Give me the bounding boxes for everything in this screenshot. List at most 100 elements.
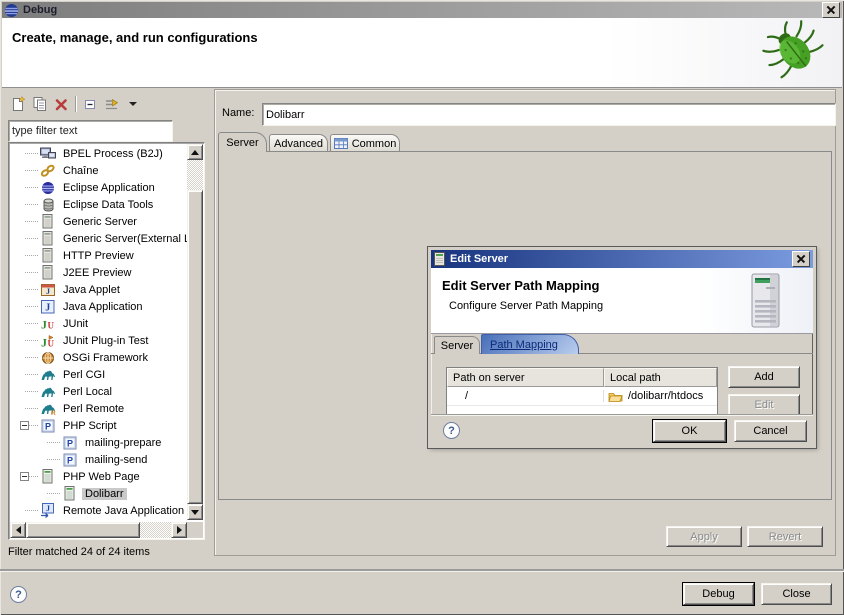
delete-config-button[interactable] xyxy=(54,97,69,112)
tree-item-eclipse-data-tools[interactable]: Eclipse Data Tools xyxy=(10,196,187,213)
tree-item-dolibarr[interactable]: Dolibarr xyxy=(10,485,187,502)
tree-hscroll-thumb[interactable] xyxy=(26,522,140,538)
tree-item-label: Eclipse Application xyxy=(60,182,158,194)
ok-button[interactable]: OK xyxy=(653,420,726,442)
table-header-path-on-server[interactable]: Path on server xyxy=(447,368,604,387)
tree-item-eclipse-application[interactable]: Eclipse Application xyxy=(10,179,187,196)
tree-item-perl-remote[interactable]: R Perl Remote xyxy=(10,400,187,417)
filter-input[interactable] xyxy=(8,120,173,142)
tree-item-generic-server-external[interactable]: Generic Server(External La xyxy=(10,230,187,247)
tree-item-java-application[interactable]: J Java Application xyxy=(10,298,187,315)
tree-item-perl-local[interactable]: Perl Local xyxy=(10,383,187,400)
svg-text:U: U xyxy=(48,338,55,348)
dialog-tab-path-mapping[interactable]: Path Mapping xyxy=(481,334,579,354)
tree-item-bpel-process[interactable]: BPEL Process (B2J) xyxy=(10,145,187,162)
tree-scroll-down-button[interactable] xyxy=(187,504,203,520)
tab-label: Server xyxy=(226,137,258,149)
dialog-tab-server[interactable]: Server xyxy=(434,336,480,354)
tree-item-label: HTTP Preview xyxy=(60,250,137,262)
tree-item-label: Dolibarr xyxy=(82,488,127,500)
tree-item-php-script[interactable]: P PHP Script xyxy=(10,417,187,434)
tree-scroll-up-button[interactable] xyxy=(187,144,203,160)
collapse-toggle-icon[interactable] xyxy=(20,472,29,481)
debug-window: Debug Create, manage, and run configurat… xyxy=(0,0,844,615)
tree-item-label: Eclipse Data Tools xyxy=(60,199,156,211)
bpel-process-icon xyxy=(40,146,56,161)
tree-item-mailing-send[interactable]: P mailing-send xyxy=(10,451,187,468)
java-applet-icon: J xyxy=(40,282,56,297)
tree-item-osgi-framework[interactable]: OSGi Framework xyxy=(10,349,187,366)
config-tree-view[interactable]: BPEL Process (B2J) Chaîne Eclipse Applic… xyxy=(10,145,187,521)
tree-item-php-web-page[interactable]: PHP Web Page xyxy=(10,468,187,485)
tree-item-chaine[interactable]: Chaîne xyxy=(10,162,187,179)
name-input[interactable] xyxy=(262,103,836,126)
perl-camel-remote-icon: R xyxy=(40,401,56,416)
table-header-local-path[interactable]: Local path xyxy=(604,368,717,387)
footer-divider xyxy=(0,569,844,571)
window-close-button[interactable] xyxy=(822,2,840,18)
dialog-titlebar[interactable]: Edit Server xyxy=(431,250,813,268)
toolbar-separator xyxy=(75,96,76,112)
path-mapping-table[interactable]: Path on server Local path / /dolibarr/ht… xyxy=(446,367,718,419)
php-server-icon xyxy=(40,469,56,484)
tree-scroll-left-button[interactable] xyxy=(10,522,26,538)
edit-mapping-button[interactable]: Edit xyxy=(728,394,800,416)
tree-scroll-right-button[interactable] xyxy=(171,522,187,538)
tree-item-perl-cgi[interactable]: Perl CGI xyxy=(10,366,187,383)
apply-button[interactable]: Apply xyxy=(666,526,742,547)
tree-item-java-applet[interactable]: J Java Applet xyxy=(10,281,187,298)
revert-button[interactable]: Revert xyxy=(747,526,823,547)
tree-hscroll-track[interactable] xyxy=(140,522,171,538)
tree-item-generic-server[interactable]: Generic Server xyxy=(10,213,187,230)
add-mapping-button[interactable]: Add xyxy=(728,366,800,388)
junit-plugin-icon: JU xyxy=(40,333,56,348)
duplicate-config-button[interactable] xyxy=(32,96,48,112)
server-icon xyxy=(40,214,56,229)
tree-item-mailing-prepare[interactable]: P mailing-prepare xyxy=(10,434,187,451)
dialog-tabs: Server Path Mapping xyxy=(431,334,813,354)
tab-common[interactable]: Common xyxy=(330,134,400,152)
debug-button[interactable]: Debug xyxy=(683,583,754,605)
tree-item-remote-java-application[interactable]: J Remote Java Application xyxy=(10,502,187,519)
php-file-icon: P xyxy=(62,435,78,450)
tab-advanced[interactable]: Advanced xyxy=(269,134,328,152)
database-icon xyxy=(40,197,56,212)
page-title: Create, manage, and run configurations xyxy=(12,30,258,45)
close-button[interactable]: Close xyxy=(761,583,832,605)
footer-help-icon[interactable]: ? xyxy=(10,586,27,603)
perl-camel-icon xyxy=(40,367,56,382)
tree-item-label: Java Applet xyxy=(60,284,123,296)
tree-item-label: Generic Server(External La xyxy=(60,233,187,245)
svg-text:P: P xyxy=(45,421,51,431)
dialog-close-button[interactable] xyxy=(792,251,810,267)
new-config-button[interactable] xyxy=(10,96,26,112)
window-titlebar[interactable]: Debug xyxy=(2,2,842,18)
svg-text:U: U xyxy=(48,320,55,330)
tree-item-j2ee-preview[interactable]: J2EE Preview xyxy=(10,264,187,281)
table-row[interactable]: / /dolibarr/htdocs xyxy=(447,387,717,405)
tree-vscroll-track[interactable] xyxy=(187,160,203,190)
filter-button[interactable] xyxy=(104,96,121,112)
tab-server[interactable]: Server xyxy=(218,132,267,152)
tree-item-http-preview[interactable]: HTTP Preview xyxy=(10,247,187,264)
tree-item-junit[interactable]: JU JUnit xyxy=(10,315,187,332)
path-on-server-cell: / xyxy=(447,390,604,402)
cancel-button[interactable]: Cancel xyxy=(734,420,807,442)
close-icon xyxy=(827,6,835,14)
dialog-help-icon[interactable]: ? xyxy=(443,422,460,439)
server-icon xyxy=(434,252,445,266)
svg-text:P: P xyxy=(67,438,73,448)
dialog-tab-content: Path on server Local path / /dolibarr/ht… xyxy=(431,354,813,414)
tree-vscroll-thumb[interactable] xyxy=(187,190,203,504)
config-toolbar xyxy=(10,95,200,113)
button-label: Revert xyxy=(769,531,801,543)
tree-item-junit-plugin-test[interactable]: JU JUnit Plug-in Test xyxy=(10,332,187,349)
svg-text:R: R xyxy=(51,410,56,415)
scroll-up-icon xyxy=(191,150,199,155)
tree-item-label: Perl Remote xyxy=(60,403,127,415)
collapse-toggle-icon[interactable] xyxy=(20,421,29,430)
button-label: Cancel xyxy=(753,425,787,437)
toolbar-menu-dropdown[interactable] xyxy=(129,101,137,107)
dialog-title: Edit Server xyxy=(450,253,508,265)
collapse-all-button[interactable] xyxy=(82,96,98,112)
